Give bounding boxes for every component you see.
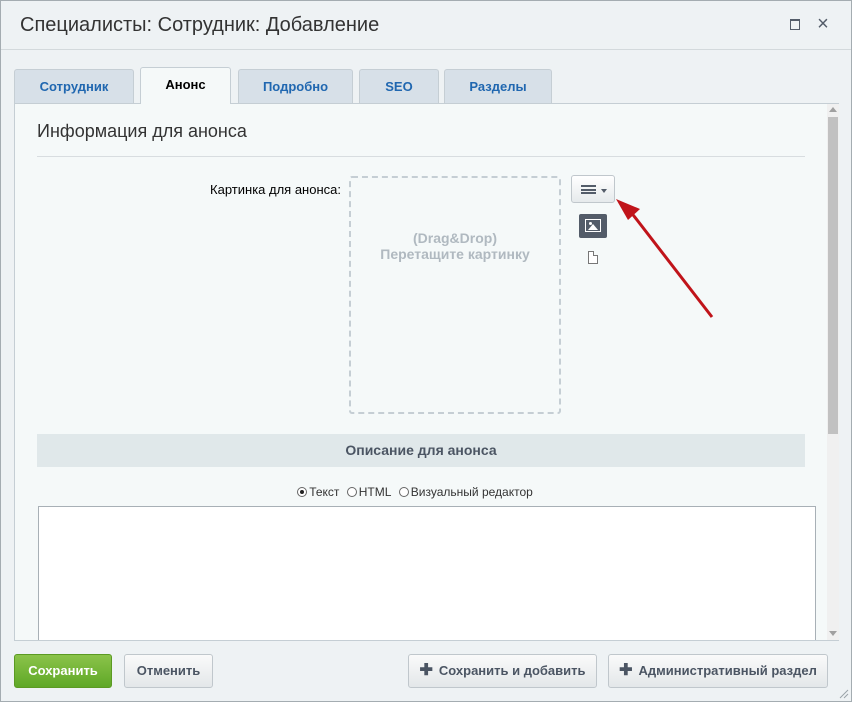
tab-content: Информация для анонса Картинка для анонс… [14,103,839,641]
image-dropzone[interactable]: (Drag&Drop) Перетащите картинку [349,176,561,414]
save-and-add-label: Сохранить и добавить [438,663,586,678]
admin-section-button[interactable]: ✚ Административный раздел [608,654,828,688]
save-button[interactable]: Сохранить [14,654,112,688]
tab-sections[interactable]: Разделы [444,69,552,103]
chevron-down-icon [601,189,607,193]
file-icon[interactable] [588,251,598,264]
cancel-button[interactable]: Отменить [124,654,213,688]
resize-grip-icon[interactable] [839,689,849,699]
window-title: Специалисты: Сотрудник: Добавление [20,14,380,36]
radio-text[interactable]: Текст [297,485,339,499]
radio-text-label: Текст [309,485,340,499]
image-icon [585,219,601,232]
description-textarea[interactable] [38,506,816,640]
menu-icon [581,185,596,194]
scroll-thumb[interactable] [828,117,838,434]
section-divider [37,156,805,157]
save-and-add-button[interactable]: ✚ Сохранить и добавить [408,654,597,688]
image-menu-button[interactable] [571,175,615,203]
radio-html[interactable]: HTML [346,485,392,499]
maximize-icon[interactable] [786,15,804,33]
image-mode-button[interactable] [579,214,607,238]
radio-dot[interactable] [346,487,357,497]
scroll-down-icon[interactable] [829,631,837,636]
description-header: Описание для анонса [37,434,805,467]
tab-details[interactable]: Подробно [238,69,353,103]
scroll-up-icon[interactable] [829,107,837,112]
text-type-selector: Текст HTML Визуальный редактор [15,485,815,499]
tab-announcement[interactable]: Анонс [140,67,231,104]
radio-dot-checked[interactable] [297,487,308,497]
radio-html-label: HTML [358,485,392,499]
plus-icon: ✚ [419,662,433,679]
dropzone-line-1: (Drag&Drop) [413,230,497,246]
plus-icon: ✚ [619,662,633,679]
radio-dot[interactable] [398,487,409,497]
admin-section-label: Административный раздел [638,663,817,678]
title-bar: Специалисты: Сотрудник: Добавление × [1,1,851,50]
image-label: Картинка для анонса: [210,182,341,197]
dialog-window: Специалисты: Сотрудник: Добавление × Сот… [0,0,852,702]
dropzone-line-2: Перетащите картинку [380,246,530,262]
vertical-scrollbar[interactable] [827,104,839,640]
tab-employee[interactable]: Сотрудник [14,69,134,103]
radio-visual-label: Визуальный редактор [410,485,533,499]
section-title: Информация для анонса [37,121,247,141]
radio-visual-editor[interactable]: Визуальный редактор [398,485,533,499]
tab-seo[interactable]: SEO [359,69,439,103]
close-icon[interactable]: × [814,14,832,34]
dropzone-text: (Drag&Drop) Перетащите картинку [351,230,559,262]
